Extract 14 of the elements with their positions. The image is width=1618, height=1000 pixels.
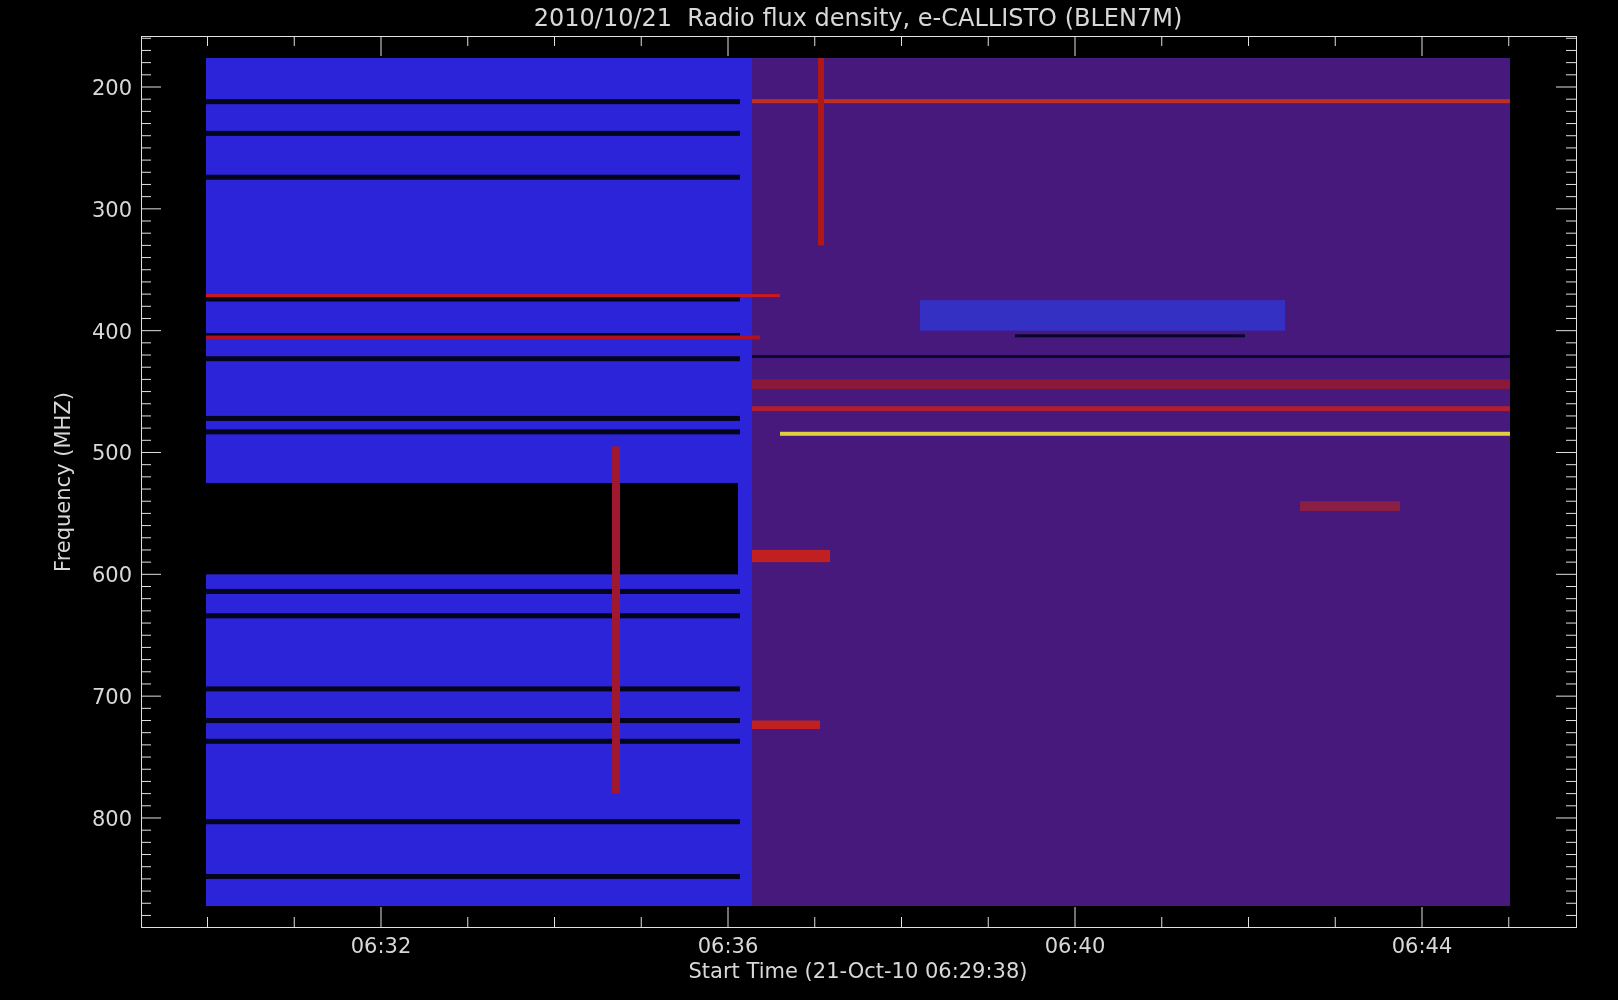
tick-label: 06:32	[350, 934, 412, 958]
tick-label: 06:36	[697, 934, 759, 958]
tick-label: 700	[91, 685, 132, 710]
tick-label: 400	[91, 319, 132, 344]
axis-label: Frequency (MHZ)	[51, 392, 75, 572]
axis-label: Start Time (21-Oct-10 06:29:38)	[688, 959, 1028, 983]
tick-label: 800	[91, 807, 132, 831]
tick-label: 600	[91, 563, 132, 588]
tick-label: 300	[91, 197, 132, 222]
tick-label: 200	[91, 76, 132, 100]
tick-label: 06:40	[1044, 934, 1106, 958]
tick-label: 500	[91, 441, 132, 466]
tick-label: 06:44	[1391, 934, 1453, 958]
chart-title: 2010/10/21 Radio flux density, e-CALLISTO (BLEN7M)	[533, 4, 1183, 32]
